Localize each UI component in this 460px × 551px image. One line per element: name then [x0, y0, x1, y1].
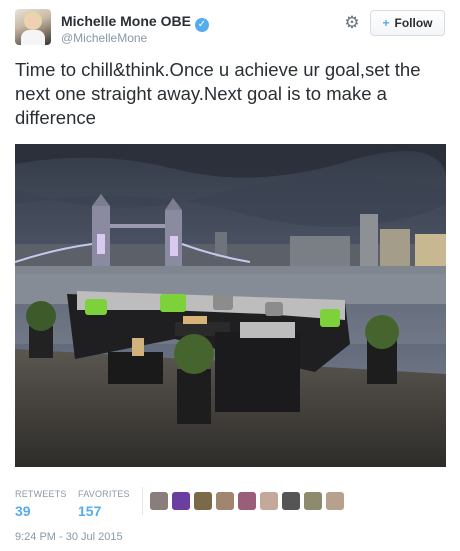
faver-avatar[interactable]: [150, 492, 168, 510]
tweet-photo[interactable]: [15, 144, 446, 467]
retweet-count[interactable]: RETWEETS 39: [15, 489, 67, 519]
avatar-face: [27, 16, 38, 29]
faver-avatar[interactable]: [260, 492, 278, 510]
photo-illustration: [15, 144, 446, 467]
verified-badge-icon: ✓: [194, 18, 209, 32]
faver-avatar[interactable]: [326, 492, 344, 510]
avatar[interactable]: [15, 9, 51, 45]
avatar-dress: [21, 30, 45, 45]
display-name-text: Michelle Mone OBE: [61, 13, 191, 29]
faver-avatar[interactable]: [282, 492, 300, 510]
favorite-count[interactable]: FAVORITES 157: [78, 489, 130, 519]
favorites-value: 157: [78, 503, 102, 519]
add-person-icon: +: [382, 16, 390, 30]
faver-avatar[interactable]: [304, 492, 322, 510]
favorited-by-avatars: [150, 492, 344, 510]
tweet-text: Time to chill&think.Once u achieve ur go…: [15, 59, 421, 128]
user-handle[interactable]: @MichelleMone: [61, 31, 147, 45]
favorites-label: FAVORITES: [78, 489, 130, 499]
follow-label: Follow: [394, 16, 433, 30]
stats-divider: [142, 487, 143, 515]
faver-avatar[interactable]: [238, 492, 256, 510]
display-name[interactable]: Michelle Mone OBE ✓: [61, 13, 209, 32]
faver-avatar[interactable]: [216, 492, 234, 510]
faver-avatar[interactable]: [194, 492, 212, 510]
retweets-value: 39: [15, 503, 31, 519]
retweets-label: RETWEETS: [15, 489, 67, 499]
tweet-timestamp[interactable]: 9:24 PM - 30 Jul 2015: [15, 531, 123, 543]
gear-icon[interactable]: ⚙: [343, 14, 361, 32]
faver-avatar[interactable]: [172, 492, 190, 510]
follow-button[interactable]: + Follow: [370, 10, 445, 36]
